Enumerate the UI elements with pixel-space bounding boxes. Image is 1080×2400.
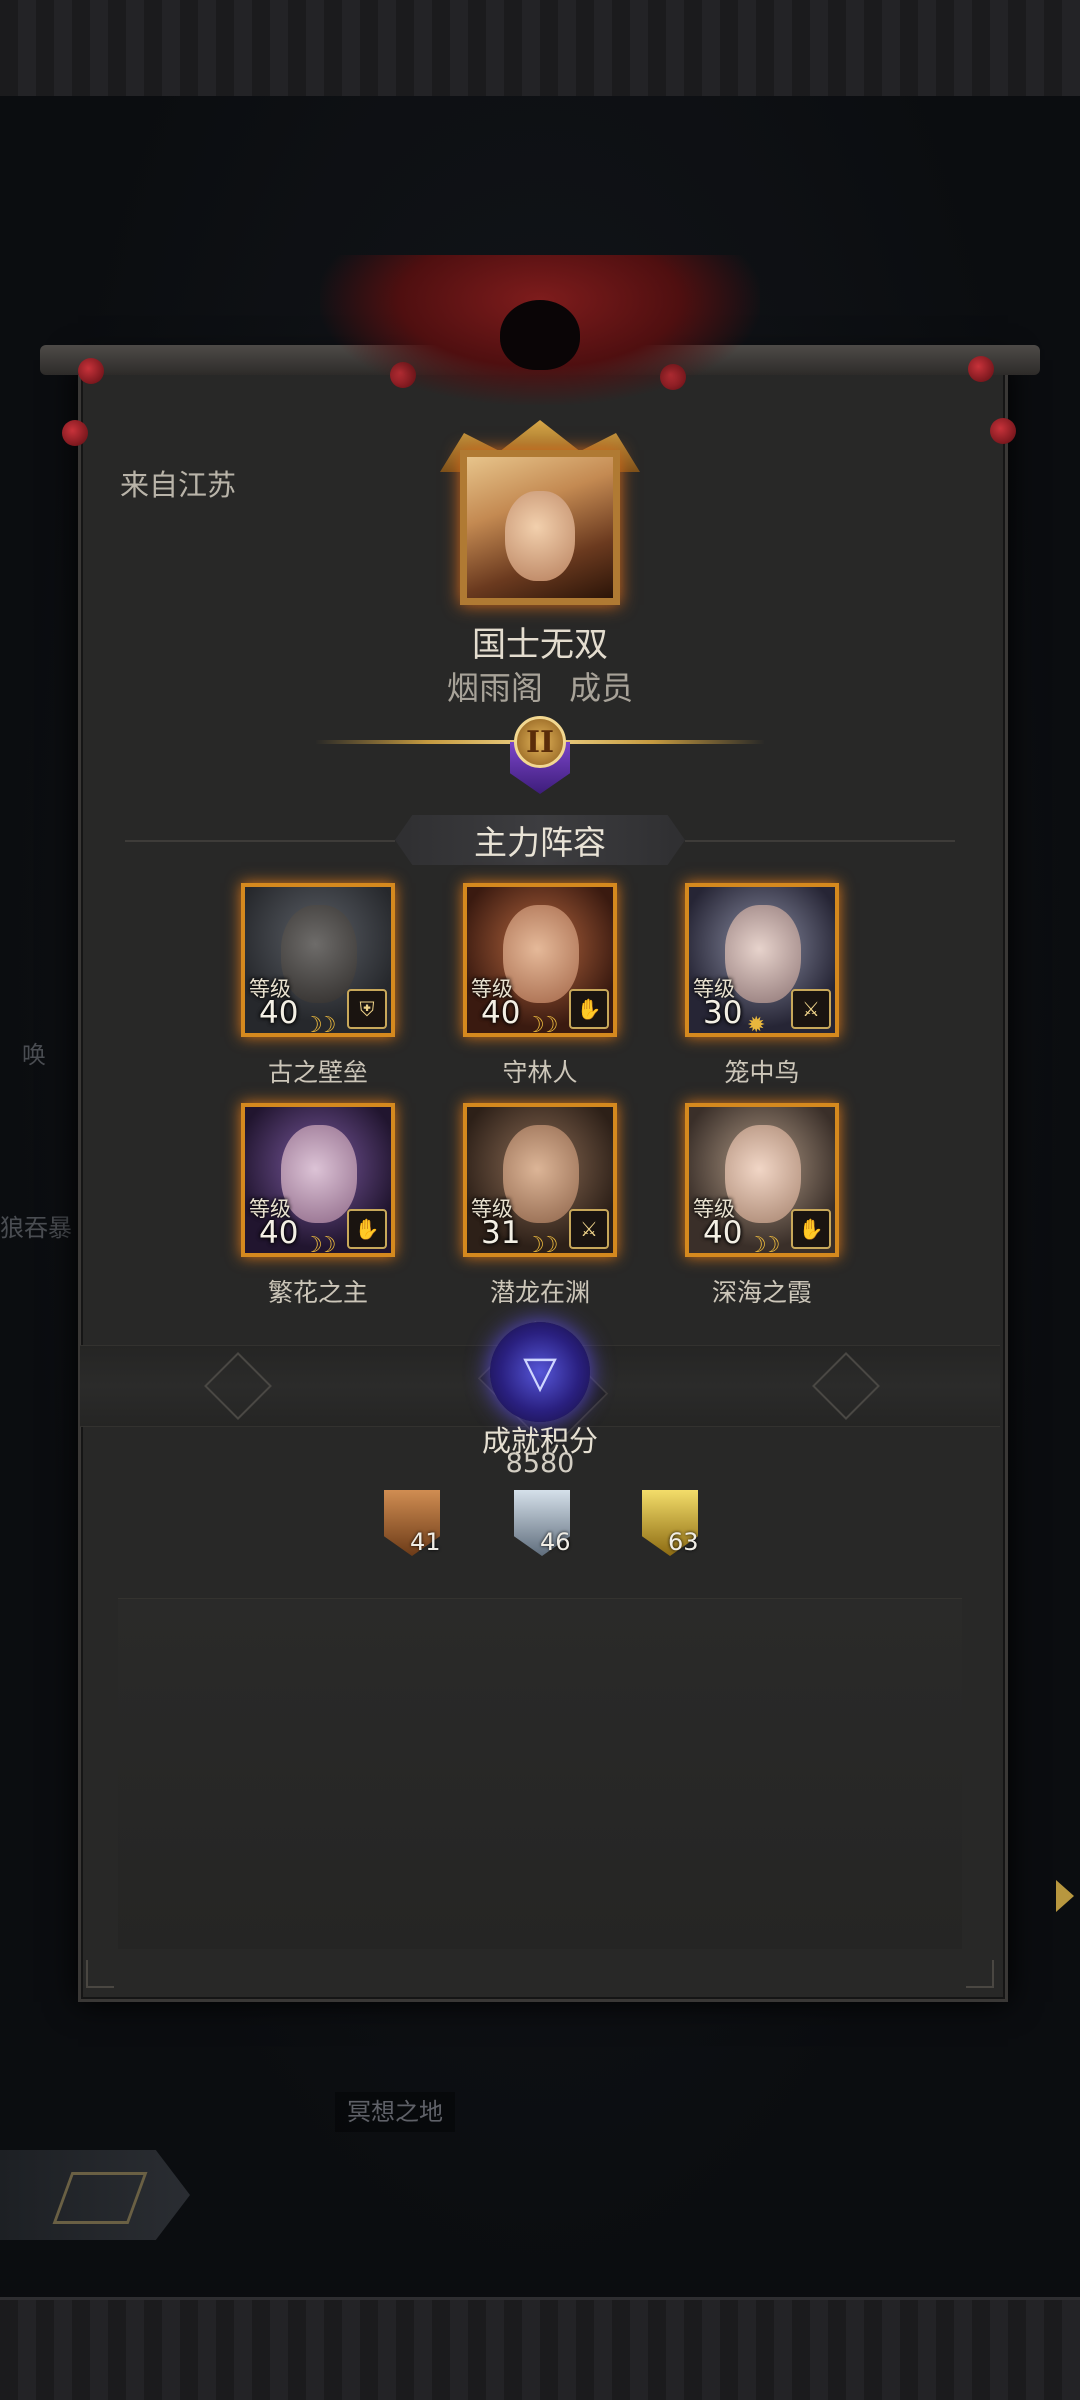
hero-head bbox=[503, 905, 579, 1003]
bg-side-text: 狼吞暴 bbox=[0, 1214, 72, 1242]
rose-ornament bbox=[78, 358, 104, 384]
hero-head bbox=[281, 905, 357, 1003]
next-arrow-icon[interactable] bbox=[1056, 1880, 1074, 1912]
hood-shadow bbox=[500, 300, 580, 370]
corner-ornament bbox=[86, 1960, 114, 1988]
hero-level: 31 bbox=[481, 1215, 521, 1251]
rose-ornament bbox=[62, 420, 88, 446]
hero-level: 40 bbox=[259, 995, 299, 1031]
hero-level: 30 bbox=[703, 995, 743, 1031]
star-moons-icon: ☽☽ bbox=[303, 1233, 337, 1257]
hand-icon: ✋ bbox=[791, 1209, 831, 1249]
hand-icon: ✋ bbox=[347, 1209, 387, 1249]
bronze-medal-count: 41 bbox=[410, 1528, 441, 1556]
silver-medal-count: 46 bbox=[540, 1528, 571, 1556]
location-label: 冥想之地 bbox=[335, 2092, 455, 2132]
guild-name: 烟雨阁 bbox=[446, 669, 543, 707]
corner-ornament bbox=[966, 1960, 994, 1988]
lineup-title: 主力阵容 bbox=[395, 815, 685, 865]
star-moons-icon: ☽☽ bbox=[525, 1233, 559, 1257]
crossed-icon: ⚔ bbox=[791, 989, 831, 1029]
hero-card[interactable]: 等级 40 ☽☽ ⛨ bbox=[241, 883, 395, 1037]
bottom-frame-bar bbox=[0, 2297, 1080, 2400]
shield-icon: ⛨ bbox=[347, 989, 387, 1029]
guild-role: 成员 bbox=[569, 669, 634, 707]
star-moons-icon: ☽☽ bbox=[747, 1233, 781, 1257]
hero-head bbox=[725, 1125, 801, 1223]
hero-card[interactable]: 等级 40 ☽☽ ✋ bbox=[463, 883, 617, 1037]
player-name: 国士无双 bbox=[472, 625, 608, 665]
back-tab[interactable] bbox=[0, 2150, 190, 2240]
crossed-icon: ⚔ bbox=[569, 1209, 609, 1249]
silver-medal[interactable]: 46 bbox=[514, 1490, 578, 1562]
hero-name: 笼中鸟 bbox=[724, 1058, 800, 1087]
player-avatar[interactable] bbox=[440, 420, 640, 610]
avatar-portrait bbox=[505, 491, 575, 581]
sun-icon: ✹ bbox=[747, 1013, 766, 1037]
hero-card[interactable]: 等级 31 ☽☽ ⚔ bbox=[463, 1103, 617, 1257]
gold-medal-count: 63 bbox=[668, 1528, 699, 1556]
achievement-emblem-icon[interactable]: ▽ bbox=[490, 1322, 590, 1422]
rank-badge[interactable]: II bbox=[500, 712, 580, 802]
hero-level: 40 bbox=[259, 1215, 299, 1251]
hand-icon: ✋ bbox=[569, 989, 609, 1029]
avatar-frame bbox=[460, 450, 620, 605]
hero-name: 守林人 bbox=[502, 1058, 578, 1087]
hero-card[interactable]: 等级 40 ☽☽ ✋ bbox=[241, 1103, 395, 1257]
hero-name: 潜龙在渊 bbox=[489, 1278, 590, 1307]
bg-side-text: 唤 bbox=[22, 1041, 46, 1069]
hero-head bbox=[281, 1125, 357, 1223]
top-frame-bar bbox=[0, 0, 1080, 99]
rank-numeral: II bbox=[514, 716, 566, 768]
star-moons-icon: ☽☽ bbox=[303, 1013, 337, 1037]
achievement-points: 8580 bbox=[505, 1448, 575, 1479]
star-moons-icon: ☽☽ bbox=[525, 1013, 559, 1037]
back-arrow-icon bbox=[52, 2172, 148, 2224]
hero-level: 40 bbox=[703, 1215, 743, 1251]
hero-head bbox=[503, 1125, 579, 1223]
section-line-left bbox=[125, 840, 395, 842]
hero-card[interactable]: 等级 30 ✹ ⚔ bbox=[685, 883, 839, 1037]
bronze-medal[interactable]: 41 bbox=[384, 1490, 448, 1562]
rose-ornament bbox=[990, 418, 1016, 444]
hero-name: 古之壁垒 bbox=[267, 1058, 368, 1087]
gold-medal[interactable]: 63 bbox=[642, 1490, 706, 1562]
guild-info: 烟雨阁 成员 bbox=[0, 663, 1080, 709]
hero-name: 繁花之主 bbox=[267, 1278, 368, 1307]
rose-ornament bbox=[968, 356, 994, 382]
hero-name: 深海之霞 bbox=[711, 1278, 812, 1307]
hero-card[interactable]: 等级 40 ☽☽ ✋ bbox=[685, 1103, 839, 1257]
hero-level: 40 bbox=[481, 995, 521, 1031]
empty-content-area bbox=[118, 1598, 962, 1949]
section-line-right bbox=[685, 840, 955, 842]
hero-head bbox=[725, 905, 801, 1003]
origin-label: 来自江苏 bbox=[120, 468, 237, 502]
